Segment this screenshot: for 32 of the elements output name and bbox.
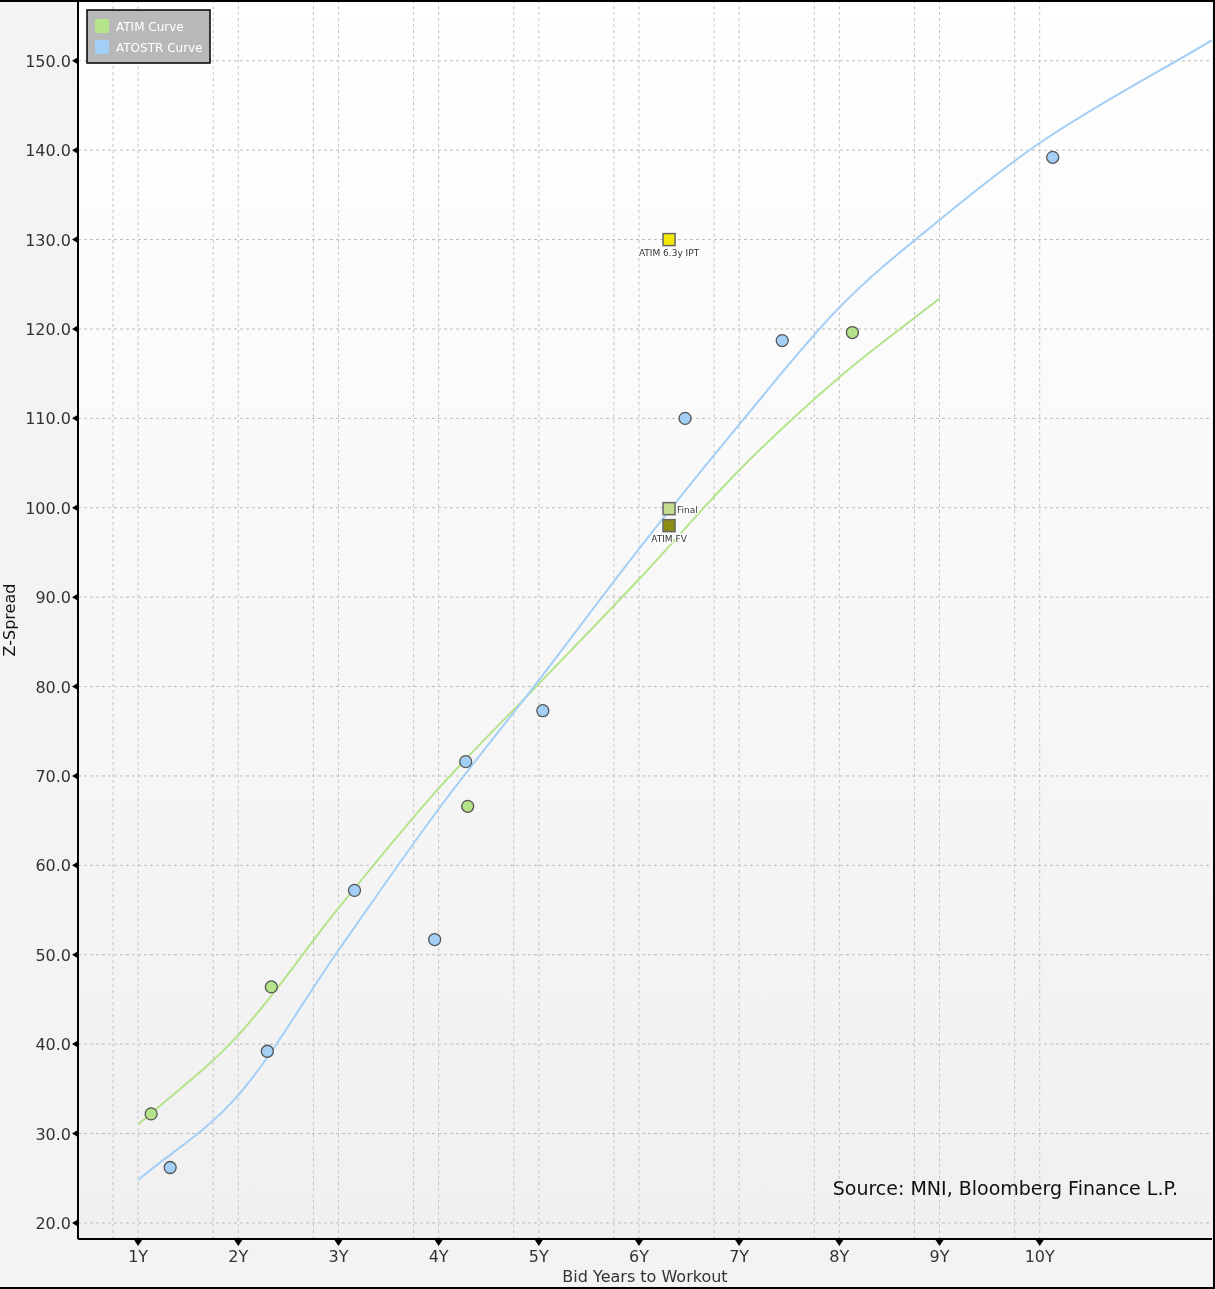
tick-label: 120.0 [25, 319, 71, 339]
tick-label: 80.0 [35, 677, 71, 697]
tick-label: 5Y [528, 1247, 549, 1266]
tick-label: 130.0 [25, 230, 71, 250]
tick-label: 50.0 [35, 945, 71, 965]
marker-label: Final [677, 504, 698, 515]
tick-label: 20.0 [35, 1213, 71, 1233]
tick-label: 1Y [128, 1247, 149, 1266]
tick-label: 100.0 [25, 498, 71, 518]
source-note: Source: MNI, Bloomberg Finance L.P. [832, 1177, 1178, 1199]
tick-label: 7Y [729, 1247, 750, 1266]
marker-label: ATIM FV [651, 533, 687, 544]
tick-label: 40.0 [35, 1035, 71, 1055]
tick-label: 9Y [929, 1247, 950, 1266]
tick-label: 110.0 [25, 409, 71, 429]
tick-label: 60.0 [35, 856, 71, 876]
tick-label: 2Y [228, 1247, 249, 1266]
tick-label: 4Y [428, 1247, 449, 1266]
legend-label: ATOSTR Curve [116, 41, 203, 55]
tick-label: 8Y [829, 1247, 850, 1266]
tick-label: 6Y [629, 1247, 649, 1266]
axis-title: Bid Years to Workout [562, 1267, 728, 1286]
tick-label: 10Y [1024, 1247, 1055, 1266]
marker-label: ATIM 6.3y IPT [638, 247, 700, 258]
legend-label: ATIM Curve [116, 20, 184, 34]
tick-label: 3Y [328, 1247, 349, 1266]
tick-label: 30.0 [35, 1124, 71, 1144]
axis-title: Z-Spread [0, 583, 19, 657]
tick-label: 150.0 [25, 51, 71, 71]
tick-label: 90.0 [35, 588, 71, 608]
tick-label: 70.0 [35, 766, 71, 786]
tick-label: 140.0 [25, 141, 71, 161]
